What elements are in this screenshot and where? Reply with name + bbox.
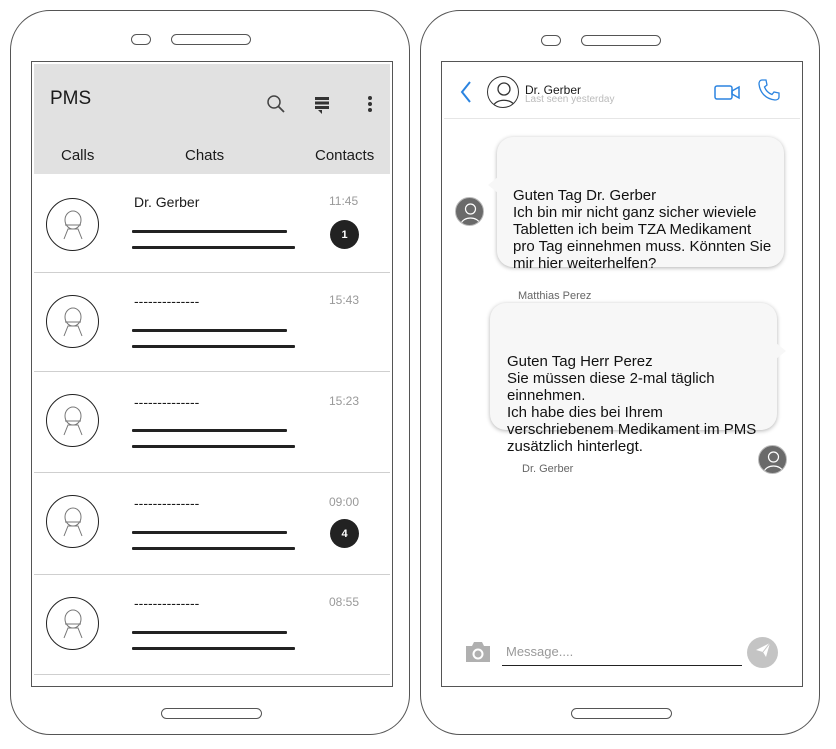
contact-name: -------------- [134,495,200,511]
sender-avatar [758,445,787,474]
contact-avatar[interactable] [487,76,519,108]
chat-list-item[interactable]: -------------- 15:43 [34,273,390,372]
phone-home-button[interactable] [161,708,262,719]
message-time: 08:55 [329,595,360,609]
phone-frame-right: Dr. Gerber Last seen yesterday Guten Tag… [420,10,820,735]
last-seen-status: Last seen yesterday [525,94,615,105]
message-preview-line [132,230,287,233]
contact-name: -------------- [134,595,200,611]
message-bubble-incoming: Guten Tag Dr. Gerber Ich bin mir nicht g… [488,137,784,272]
sender-avatar [455,197,484,226]
message-input[interactable] [502,638,742,666]
message-bubble-outgoing: Guten Tag Herr Perez Sie müssen diese 2-… [490,303,786,455]
chat-list-item[interactable]: Dr. Gerber 11:45 1 [34,174,390,273]
stack-icon[interactable] [314,95,330,120]
camera-icon[interactable] [464,640,492,669]
chevron-left-icon[interactable] [459,80,473,109]
send-icon [755,642,771,663]
phone-speaker-slot [171,34,251,45]
message-preview-line [132,329,287,332]
tab-calls[interactable]: Calls [61,147,94,164]
conversation-screen: Dr. Gerber Last seen yesterday Guten Tag… [441,61,803,687]
video-call-icon[interactable] [714,84,740,106]
message-preview-line [132,547,295,550]
message-time: 09:00 [329,495,360,509]
avatar [46,495,99,548]
phone-speaker-slot [581,35,661,46]
chat-list-screen: PMS Calls Chats Contacts Dr. Gerber 11:4… [31,61,393,687]
message-preview-line [132,345,295,348]
message-preview-line [132,445,295,448]
avatar [46,597,99,650]
tab-contacts[interactable]: Contacts [315,147,374,164]
avatar [46,198,99,251]
message-sender-name: Matthias Perez [518,290,592,302]
phone-camera-slot [541,35,561,46]
chat-list-item[interactable]: -------------- 09:00 4 [34,473,390,575]
message-preview-line [132,429,287,432]
contact-name: -------------- [134,394,200,410]
bubble-tail [488,177,498,193]
more-vertical-icon[interactable] [367,94,373,119]
phone-icon[interactable] [757,78,781,107]
message-sender-name: Dr. Gerber [522,463,574,475]
message-time: 11:45 [329,194,359,208]
send-button[interactable] [747,637,778,668]
phone-home-button[interactable] [571,708,672,719]
tab-chats[interactable]: Chats [185,147,224,164]
message-text: Guten Tag Herr Perez Sie müssen diese 2-… [507,353,757,455]
message-preview-line [132,631,287,634]
message-time: 15:43 [329,293,360,307]
bubble-tail [776,343,786,359]
phone-camera-slot [131,34,151,45]
message-preview-line [132,647,295,650]
search-icon[interactable] [266,94,286,119]
avatar [46,295,99,348]
unread-badge: 4 [330,519,359,548]
contact-name: Dr. Gerber [134,194,200,210]
unread-badge: 1 [330,220,359,249]
message-text: Guten Tag Dr. Gerber Ich bin mir nicht g… [513,187,772,272]
chat-list-item[interactable]: -------------- 08:55 [34,575,390,675]
avatar [46,394,99,447]
message-time: 15:23 [329,394,360,408]
phone-frame-left: PMS Calls Chats Contacts Dr. Gerber 11:4… [10,10,410,735]
header-divider [444,118,800,119]
contact-name: -------------- [134,293,200,309]
app-title: PMS [50,88,92,109]
message-preview-line [132,246,295,249]
message-preview-line [132,531,287,534]
chat-list-item[interactable]: -------------- 15:23 [34,372,390,473]
app-header: PMS Calls Chats Contacts [34,64,390,174]
